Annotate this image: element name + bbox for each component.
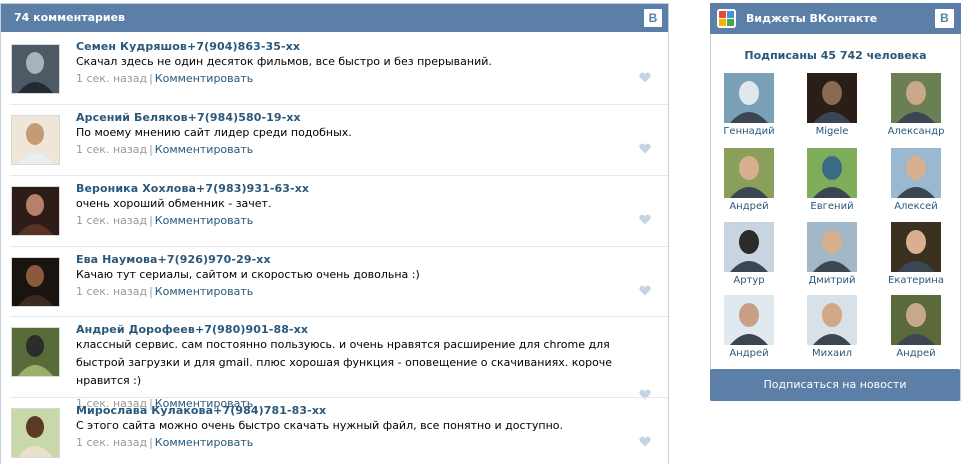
commenter-avatar[interactable] [11, 327, 60, 377]
heart-icon[interactable] [639, 389, 651, 400]
widget-app-icon [717, 9, 736, 28]
member-photo[interactable] [891, 73, 941, 123]
meta-separator: | [149, 285, 153, 298]
comments-count: 74 комментариев [14, 11, 126, 24]
comment-meta: 1 сек. назад | Комментировать [76, 436, 253, 449]
commenter-avatar[interactable] [11, 408, 60, 458]
reply-link[interactable]: Комментировать [155, 72, 253, 85]
meta-separator: | [149, 143, 153, 156]
commenter-avatar[interactable] [11, 44, 60, 94]
comment-time[interactable]: 1 сек. назад [76, 285, 147, 298]
widget-title[interactable]: Виджеты ВКонтакте [746, 3, 877, 34]
reply-link[interactable]: Комментировать [155, 285, 253, 298]
commenter-name[interactable]: Арсений Беляков+7(984)580-19-хх [76, 111, 301, 124]
member-card[interactable]: Михаил [800, 295, 864, 359]
commenter-avatar[interactable] [11, 115, 60, 165]
reply-link[interactable]: Комментировать [155, 143, 253, 156]
member-name[interactable]: Migele [800, 126, 864, 137]
member-photo[interactable] [724, 222, 774, 272]
comment-meta: 1 сек. назад | Комментировать [76, 72, 253, 85]
comment-meta: 1 сек. назад | Комментировать [76, 143, 253, 156]
member-name[interactable]: Андрей [717, 348, 781, 359]
comments-header: 74 комментариев B [1, 4, 668, 32]
comment-divider [10, 246, 668, 247]
member-photo[interactable] [807, 295, 857, 345]
member-photo[interactable] [807, 148, 857, 198]
comment-text: очень хороший обменник - зачет. [76, 197, 272, 210]
comment-divider [10, 397, 668, 398]
member-name[interactable]: Артур [717, 275, 781, 286]
meta-separator: | [149, 436, 153, 449]
member-card[interactable]: Геннадий [717, 73, 781, 137]
member-card[interactable]: Евгений [800, 148, 864, 212]
member-card[interactable]: Артур [717, 222, 781, 286]
commenter-avatar[interactable] [11, 186, 60, 236]
meta-separator: | [149, 214, 153, 227]
comment-text: По моему мнению сайт лидер среди подобны… [76, 126, 352, 139]
comment-text: Скачал здесь не один десяток фильмов, вс… [76, 55, 492, 68]
member-name[interactable]: Евгений [800, 201, 864, 212]
member-card[interactable]: Андрей [884, 295, 948, 359]
member-name[interactable]: Геннадий [717, 126, 781, 137]
member-name[interactable]: Александр [884, 126, 948, 137]
member-name[interactable]: Алексей [884, 201, 948, 212]
comment-text: классный сервис. сам постоянно пользуюсь… [76, 338, 613, 387]
commenter-name[interactable]: Вероника Хохлова+7(983)931-63-хх [76, 182, 309, 195]
heart-icon[interactable] [639, 214, 651, 225]
comment-time[interactable]: 1 сек. назад [76, 72, 147, 85]
commenter-avatar[interactable] [11, 257, 60, 307]
vk-group-widget: Виджеты ВКонтакте B Подписаны 45 742 чел… [710, 3, 961, 401]
member-photo[interactable] [807, 73, 857, 123]
member-photo[interactable] [891, 148, 941, 198]
vk-widget-header: Виджеты ВКонтакте B [710, 3, 961, 34]
member-card[interactable]: Екатерина [884, 222, 948, 286]
member-card[interactable]: Андрей [717, 148, 781, 212]
member-photo[interactable] [724, 148, 774, 198]
member-photo[interactable] [891, 295, 941, 345]
commenter-name[interactable]: Ева Наумова+7(926)970-29-хх [76, 253, 271, 266]
commenter-name[interactable]: Андрей Дорофеев+7(980)901-88-хх [76, 323, 308, 336]
member-name[interactable]: Дмитрий [800, 275, 864, 286]
vk-logo-icon[interactable]: B [935, 9, 954, 28]
member-card[interactable]: Migele [800, 73, 864, 137]
comment-time[interactable]: 1 сек. назад [76, 143, 147, 156]
heart-icon[interactable] [639, 72, 651, 83]
heart-icon[interactable] [639, 285, 651, 296]
commenter-name[interactable]: Семен Кудряшов+7(904)863-35-хх [76, 40, 300, 53]
member-name[interactable]: Михаил [800, 348, 864, 359]
member-photo[interactable] [891, 222, 941, 272]
comment-divider [10, 316, 668, 317]
member-photo[interactable] [724, 73, 774, 123]
comment-text: Качаю тут сериалы, сайтом и скоростью оч… [76, 268, 420, 281]
comment-meta: 1 сек. назад | Комментировать [76, 214, 253, 227]
comment-time[interactable]: 1 сек. назад [76, 436, 147, 449]
reply-link[interactable]: Комментировать [155, 436, 253, 449]
vk-logo-icon[interactable]: B [644, 9, 662, 27]
comment-text: С этого сайта можно очень быстро скачать… [76, 419, 564, 432]
member-name[interactable]: Андрей [717, 201, 781, 212]
subscribers-count[interactable]: Подписаны 45 742 человека [711, 49, 960, 62]
heart-icon[interactable] [639, 143, 651, 154]
member-name[interactable]: Екатерина [884, 275, 948, 286]
member-photo[interactable] [724, 295, 774, 345]
comment-divider [10, 104, 668, 105]
member-card[interactable]: Александр [884, 73, 948, 137]
member-card[interactable]: Дмитрий [800, 222, 864, 286]
comment-divider [10, 175, 668, 176]
heart-icon[interactable] [639, 436, 651, 447]
comment-time[interactable]: 1 сек. назад [76, 214, 147, 227]
subscribe-button[interactable]: Подписаться на новости [710, 369, 960, 401]
comment-meta: 1 сек. назад | Комментировать [76, 285, 253, 298]
commenter-name[interactable]: Мирослава Кулакова+7(984)781-83-хх [76, 404, 326, 417]
member-card[interactable]: Алексей [884, 148, 948, 212]
member-photo[interactable] [807, 222, 857, 272]
member-name[interactable]: Андрей [884, 348, 948, 359]
meta-separator: | [149, 72, 153, 85]
reply-link[interactable]: Комментировать [155, 214, 253, 227]
member-card[interactable]: Андрей [717, 295, 781, 359]
